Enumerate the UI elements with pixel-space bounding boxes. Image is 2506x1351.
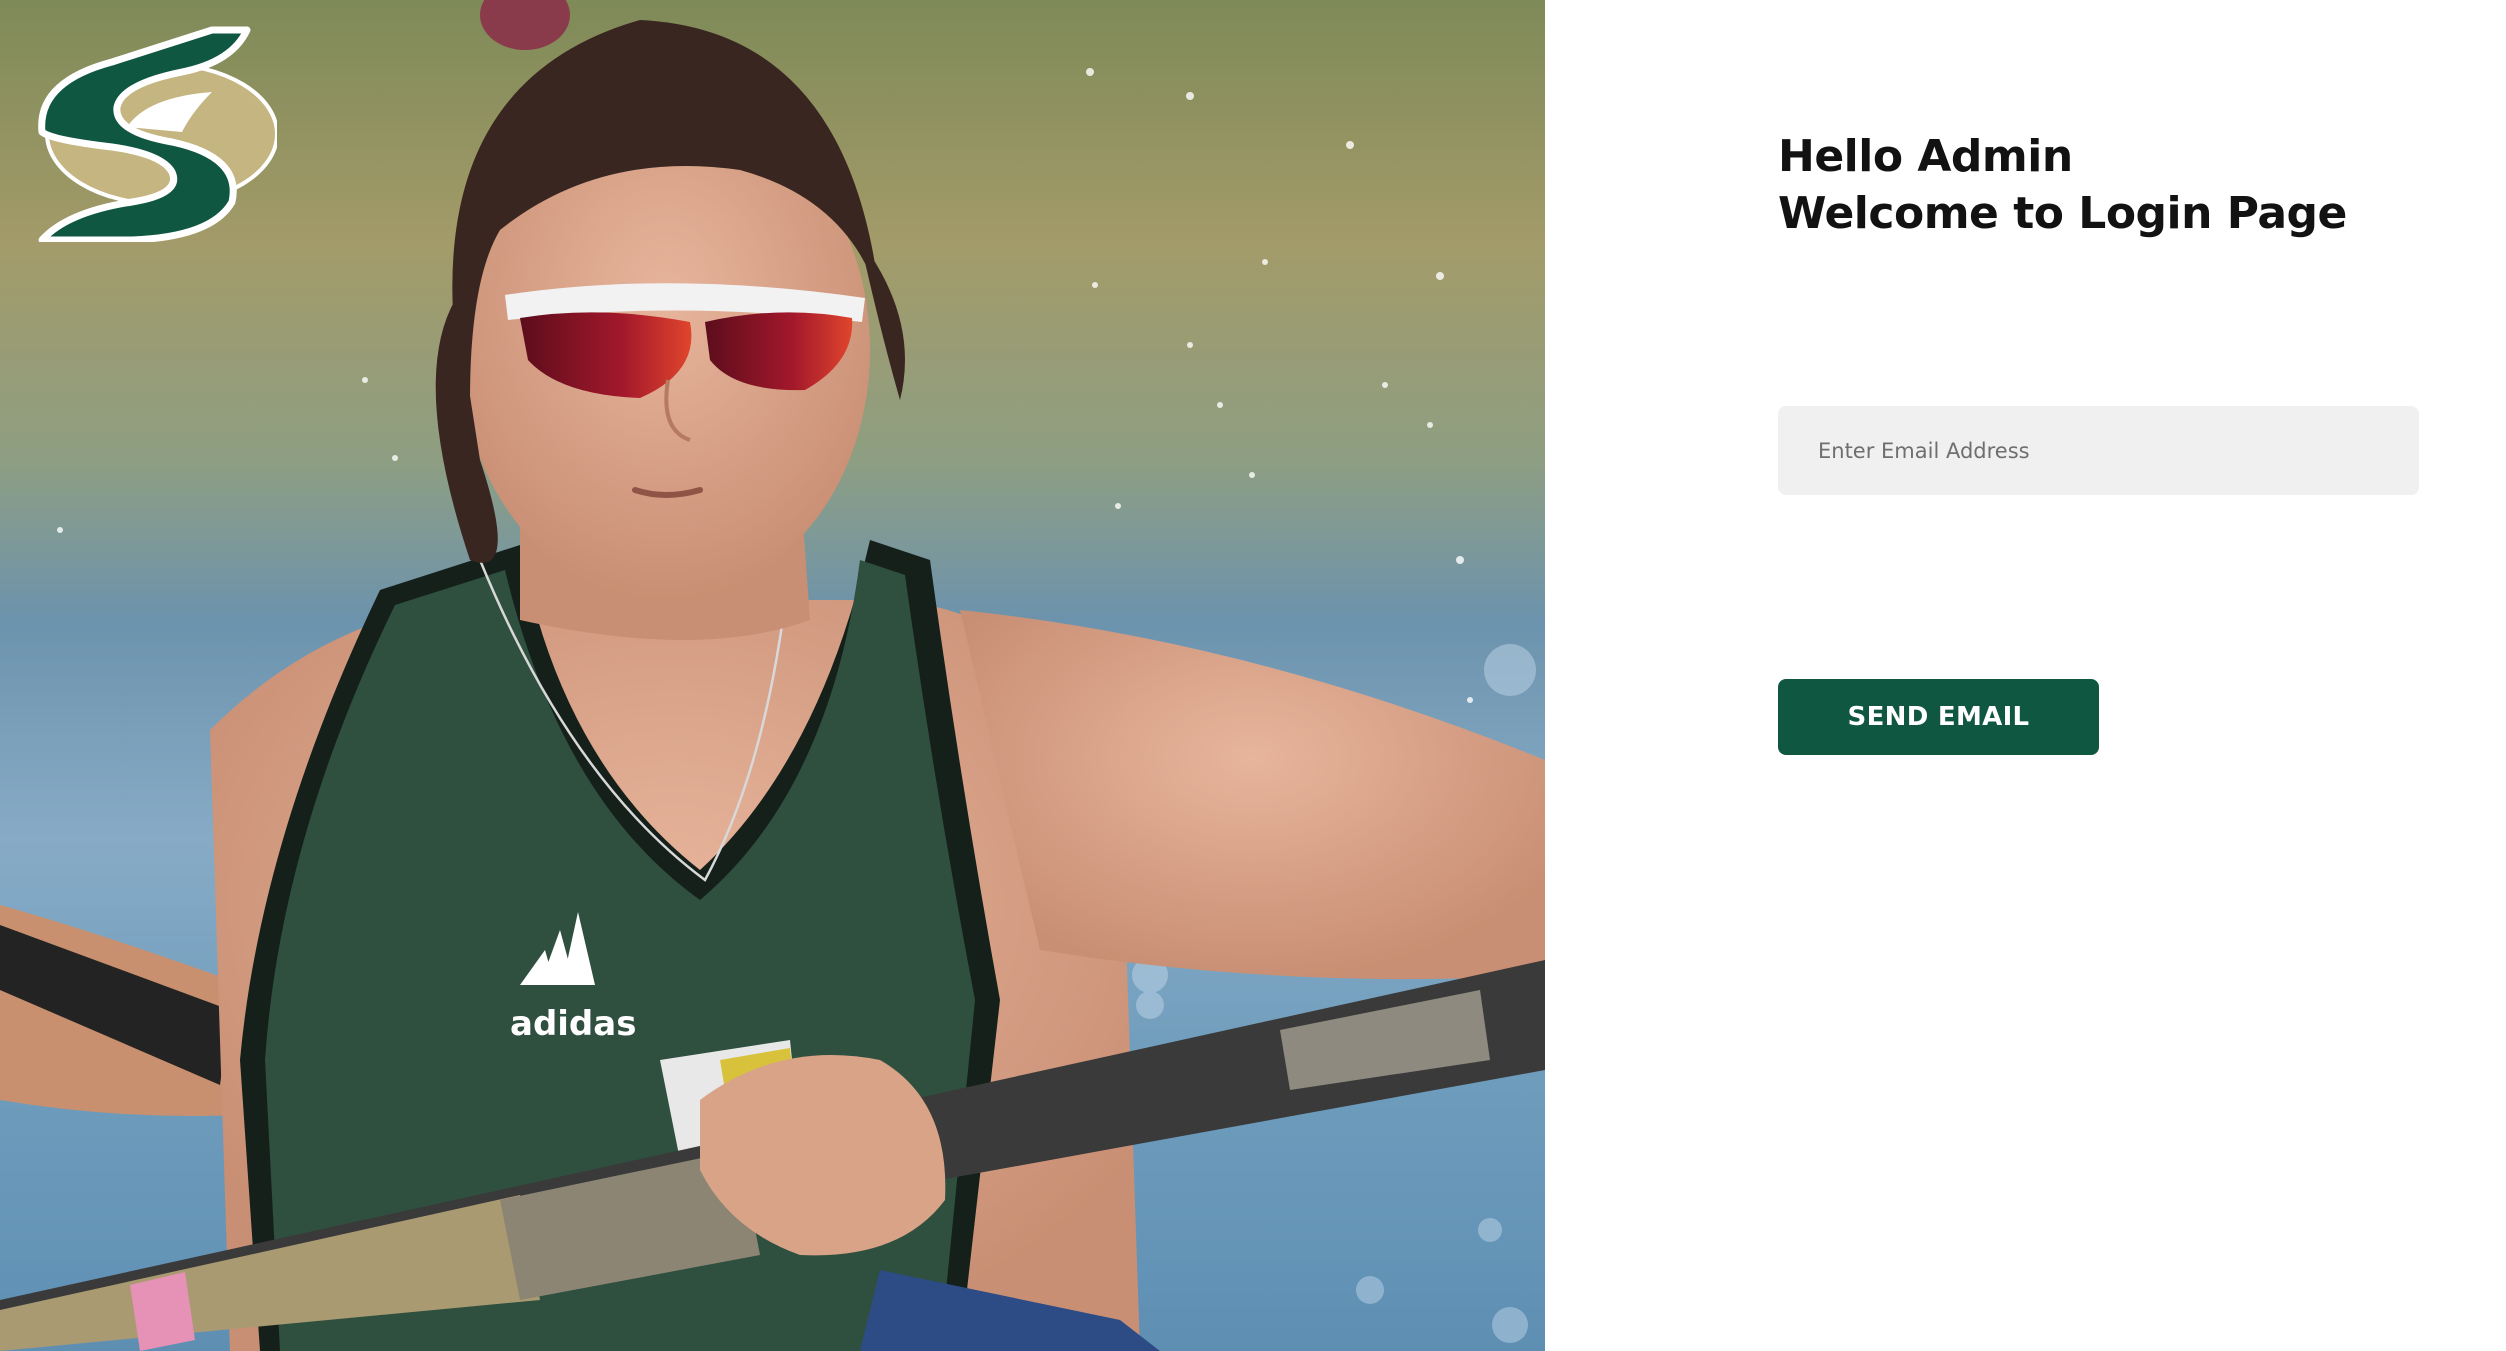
greeting-line: Hello Admin <box>1778 131 2073 182</box>
send-email-button[interactable]: SEND EMAIL <box>1778 679 2099 755</box>
email-input[interactable] <box>1778 406 2419 495</box>
svg-text:adidas: adidas <box>510 1004 636 1044</box>
login-panel: Hello Admin Welcome to Login Page SEND E… <box>1545 0 2506 1351</box>
hero-photo: adidas <box>0 0 1545 1351</box>
welcome-line: Welcome to Login Page <box>1778 188 2347 239</box>
page-title: Hello Admin Welcome to Login Page <box>1778 128 2347 242</box>
sacramento-state-s-logo-icon <box>38 26 277 242</box>
